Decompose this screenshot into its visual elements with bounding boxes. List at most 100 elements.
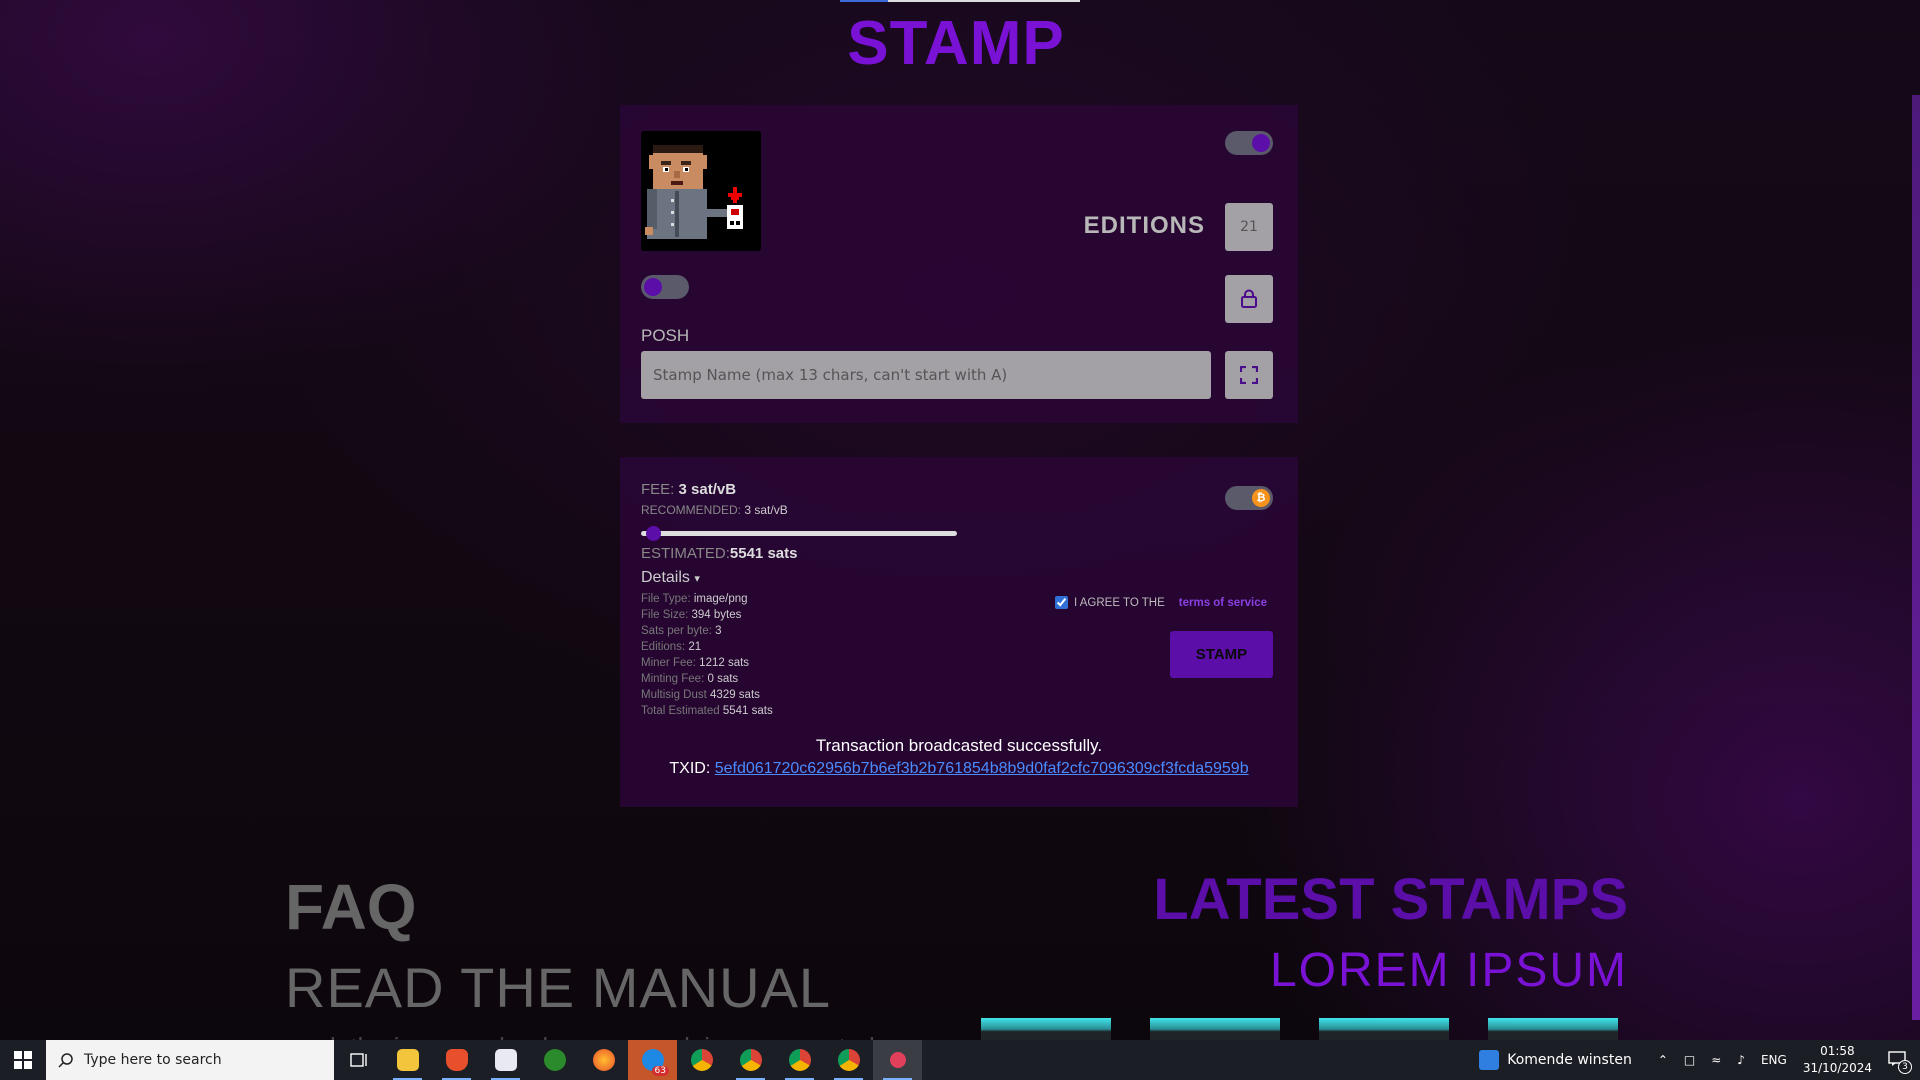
xbox-app[interactable] bbox=[530, 1040, 579, 1080]
estimated-value: 5541 sats bbox=[729, 545, 798, 562]
detail-row: File Size: 394 bytes bbox=[641, 607, 773, 623]
lock-icon bbox=[1241, 289, 1257, 308]
language-indicator[interactable]: ENG bbox=[1761, 1053, 1787, 1067]
chrome-app-2[interactable] bbox=[726, 1040, 775, 1080]
latest-stamps-subtitle: LOREM IPSUM bbox=[1269, 944, 1628, 997]
chrome-icon bbox=[690, 1049, 713, 1071]
notification-badge: 3 bbox=[1898, 1059, 1912, 1074]
mail-badge: 63 bbox=[651, 1066, 669, 1076]
notifications-button[interactable]: 3 bbox=[1888, 1050, 1912, 1074]
device-icon[interactable]: □ bbox=[1684, 1053, 1695, 1067]
txid-line: TXID: 5efd061720c62956b7b6ef3b2b761854b8… bbox=[620, 760, 1298, 778]
news-text: Komende winsten bbox=[1507, 1052, 1632, 1068]
bitcoin-toggle[interactable]: ₿ bbox=[1225, 486, 1273, 510]
details-dropdown[interactable]: Details ▾ bbox=[641, 569, 700, 587]
bitcoin-icon: ₿ bbox=[1252, 489, 1270, 507]
brave-icon bbox=[445, 1049, 468, 1071]
chrome-app-1[interactable] bbox=[677, 1040, 726, 1080]
fee-slider-track[interactable] bbox=[641, 531, 957, 536]
taskbar-search[interactable]: Type here to search bbox=[46, 1040, 334, 1080]
lock-button[interactable] bbox=[1225, 275, 1273, 323]
details-label: Details bbox=[641, 569, 690, 586]
chrome-icon bbox=[837, 1049, 860, 1071]
editions-input[interactable]: 21 bbox=[1225, 203, 1273, 251]
toggle-knob bbox=[644, 278, 662, 296]
faq-subtitle: READ THE MANUAL bbox=[285, 956, 832, 1019]
recommended-fee: RECOMMENDED: 3 sat/vB bbox=[641, 503, 788, 517]
windows-logo-icon bbox=[14, 1051, 32, 1069]
brave-browser-app[interactable] bbox=[432, 1040, 481, 1080]
chrome-app-3[interactable] bbox=[775, 1040, 824, 1080]
fullscreen-button[interactable] bbox=[1225, 351, 1273, 399]
xbox-icon bbox=[543, 1049, 566, 1071]
detail-value: 0 sats bbox=[707, 673, 739, 685]
detail-value: 1212 sats bbox=[699, 657, 750, 669]
detail-value: image/png bbox=[693, 593, 748, 605]
detail-label: Multisig Dust bbox=[641, 689, 707, 701]
system-tray: Komende winsten ⌃ □ ≈ ♪ ENG 01:58 31/10/… bbox=[1479, 1040, 1920, 1080]
task-view-icon bbox=[349, 1053, 367, 1067]
task-view-button[interactable] bbox=[334, 1040, 383, 1080]
windows-taskbar: Type here to search 63 Komende winsten ⌃… bbox=[0, 1040, 1920, 1080]
detail-label: Minting Fee: bbox=[641, 673, 705, 685]
detail-label: Editions: bbox=[641, 641, 686, 653]
estimated-fee: ESTIMATED:5541 sats bbox=[641, 545, 797, 562]
snipping-tool-app[interactable] bbox=[873, 1040, 922, 1080]
notes-icon bbox=[494, 1049, 517, 1071]
clock[interactable]: 01:58 31/10/2024 bbox=[1803, 1043, 1872, 1077]
stamp-image-preview[interactable] bbox=[641, 131, 761, 251]
detail-row: Multisig Dust 4329 sats bbox=[641, 687, 773, 703]
detail-value: 5541 sats bbox=[722, 705, 773, 717]
terms-agreement: I AGREE TO THE terms of service bbox=[1055, 596, 1267, 609]
start-button[interactable] bbox=[0, 1040, 46, 1080]
scissors-icon bbox=[889, 1052, 906, 1068]
firefox-app[interactable] bbox=[579, 1040, 628, 1080]
posh-toggle[interactable] bbox=[641, 275, 689, 299]
detail-row: Editions: 21 bbox=[641, 639, 773, 655]
chrome-app-4[interactable] bbox=[824, 1040, 873, 1080]
top-progress-accent bbox=[840, 0, 888, 2]
chrome-icon bbox=[739, 1049, 762, 1071]
chevron-up-icon[interactable]: ⌃ bbox=[1658, 1053, 1668, 1067]
txid-link[interactable]: 5efd061720c62956b7b6ef3b2b761854b8b9d0fa… bbox=[715, 760, 1249, 777]
scrollbar-track[interactable] bbox=[1912, 95, 1920, 1020]
recommended-value: 3 sat/vB bbox=[744, 503, 788, 517]
details-list: File Type: image/png File Size: 394 bytes… bbox=[641, 591, 773, 719]
detail-row: Miner Fee: 1212 sats bbox=[641, 655, 773, 671]
caret-down-icon: ▾ bbox=[694, 573, 700, 585]
success-message: Transaction broadcasted successfully. bbox=[815, 736, 1103, 755]
news-icon bbox=[1479, 1050, 1500, 1070]
wifi-icon[interactable]: ≈ bbox=[1711, 1053, 1721, 1067]
terms-checkbox[interactable] bbox=[1055, 596, 1068, 609]
volume-icon[interactable]: ♪ bbox=[1737, 1053, 1745, 1067]
detail-row: Total Estimated 5541 sats bbox=[641, 703, 773, 719]
news-widget[interactable]: Komende winsten bbox=[1479, 1050, 1632, 1070]
notes-app[interactable] bbox=[481, 1040, 530, 1080]
detail-label: Sats per byte: bbox=[641, 625, 712, 637]
detail-label: Total Estimated bbox=[641, 705, 720, 717]
fee-slider-thumb[interactable] bbox=[645, 526, 661, 541]
posh-label: POSH bbox=[641, 326, 690, 345]
fee-label: FEE: bbox=[641, 481, 675, 498]
terms-of-service-link[interactable]: terms of service bbox=[1179, 597, 1267, 609]
folder-icon bbox=[396, 1049, 419, 1071]
mail-app[interactable]: 63 bbox=[628, 1040, 677, 1080]
terms-text: I AGREE TO THE bbox=[1074, 596, 1165, 609]
file-explorer-app[interactable] bbox=[383, 1040, 432, 1080]
toggle-knob bbox=[1252, 134, 1270, 152]
pixel-character-image bbox=[641, 131, 761, 251]
detail-label: File Size: bbox=[641, 609, 689, 621]
preview-toggle[interactable] bbox=[1225, 131, 1273, 155]
expand-icon bbox=[1240, 366, 1258, 384]
faq-title: FAQ bbox=[285, 871, 417, 943]
clock-date: 31/10/2024 bbox=[1802, 1061, 1872, 1075]
latest-stamps-title: LATEST STAMPS bbox=[1153, 867, 1628, 932]
stamp-button[interactable]: STAMP bbox=[1170, 631, 1273, 678]
chrome-icon bbox=[788, 1049, 811, 1071]
fee-display: FEE: 3 sat/vB bbox=[641, 481, 736, 498]
recommended-label: RECOMMENDED: bbox=[641, 503, 742, 517]
detail-value: 4329 sats bbox=[710, 689, 760, 701]
stamp-name-input[interactable] bbox=[641, 351, 1211, 399]
detail-label: File Type: bbox=[641, 593, 691, 605]
search-placeholder: Type here to search bbox=[84, 1052, 222, 1068]
